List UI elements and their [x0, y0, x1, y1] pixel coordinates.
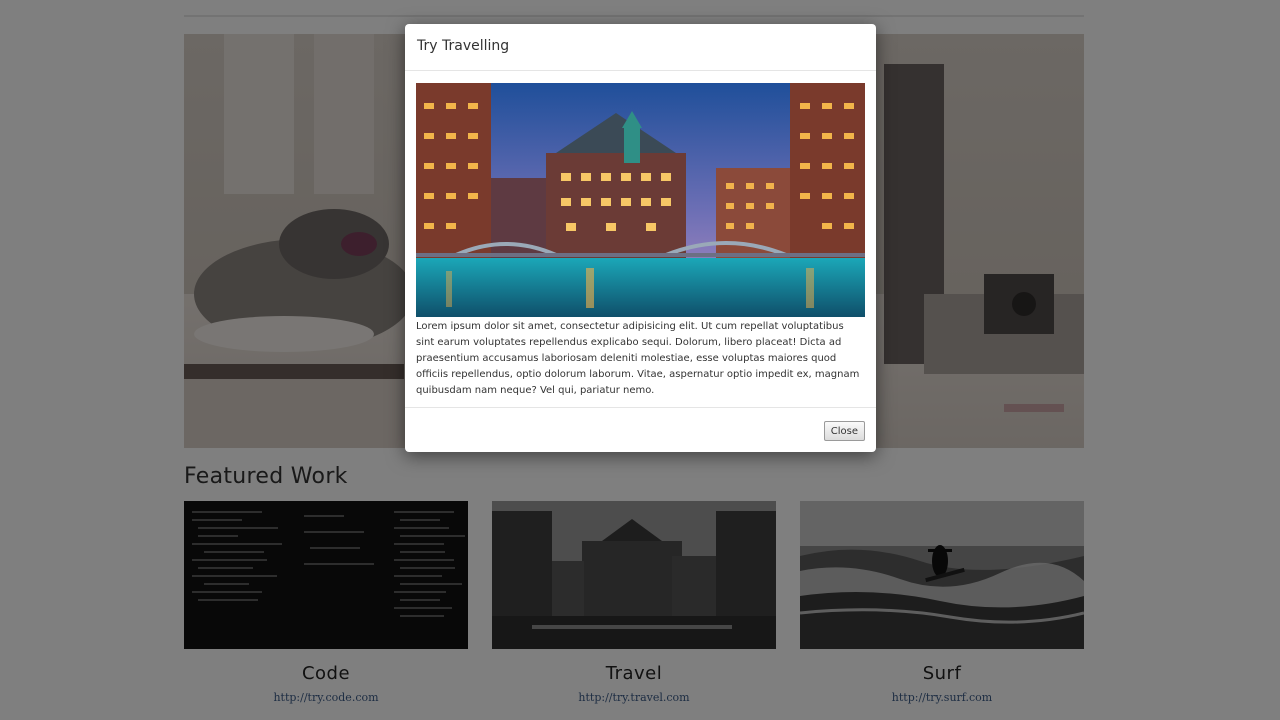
modal-footer: Close [405, 407, 876, 452]
page: Featured Work [0, 0, 1280, 720]
close-button[interactable]: Close [823, 421, 865, 441]
modal-body-text: Lorem ipsum dolor sit amet, consectetur … [416, 321, 860, 396]
modal-dialog: Try Travelling Lorem ipsum dolor sit ame… [405, 24, 876, 452]
modal-body: Lorem ipsum dolor sit amet, consectetur … [416, 83, 865, 399]
modal-title: Try Travelling [417, 38, 510, 54]
canal-city-photo [416, 83, 865, 317]
modal-header: Try Travelling [405, 24, 876, 71]
